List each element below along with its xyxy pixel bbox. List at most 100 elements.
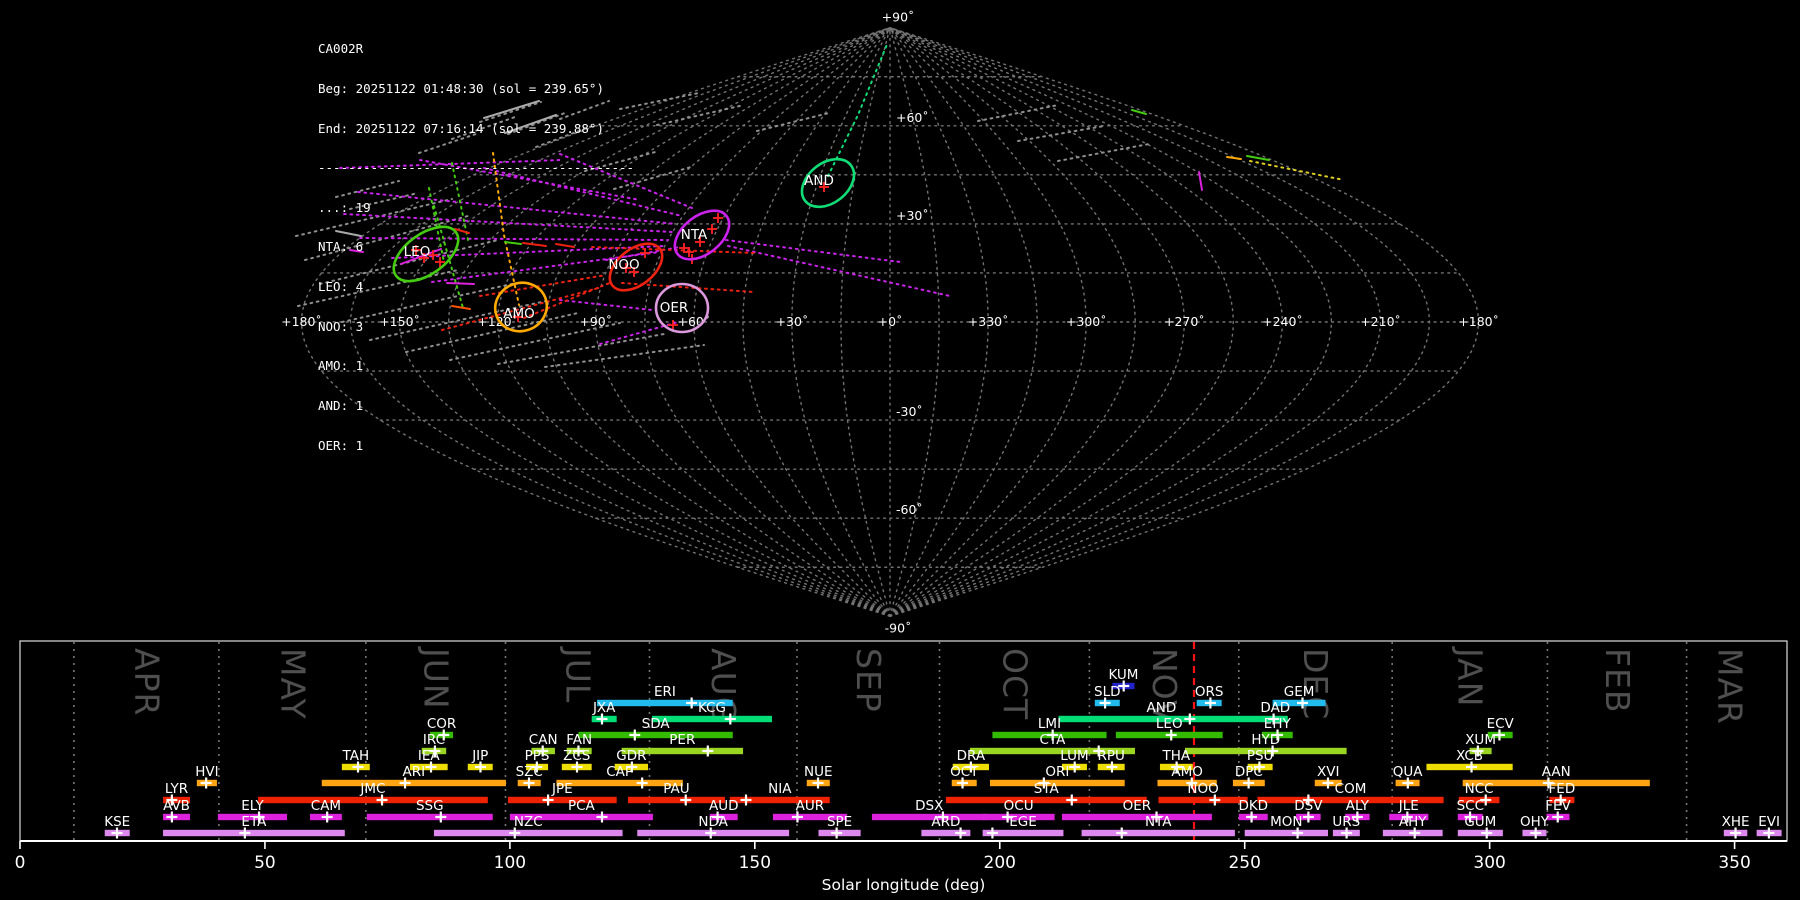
- pole-label-south: -90˚: [885, 620, 912, 635]
- x-tick-label: 200: [984, 853, 1016, 873]
- shower-label-FED: FED: [1549, 781, 1576, 797]
- shower-label-MON: MON: [1270, 814, 1302, 830]
- shower-label-FEV: FEV: [1545, 798, 1571, 814]
- shower-label-ARI: ARI: [403, 764, 426, 780]
- shower-bar-DSX: [871, 813, 987, 821]
- shower-label-IRC: IRC: [423, 732, 445, 748]
- station-id: CA002R: [318, 41, 364, 57]
- month-label: OCT: [995, 648, 1034, 720]
- latitude-label: -30˚: [896, 404, 923, 419]
- shower-label-IEA: IEA: [418, 748, 441, 764]
- radiant-label-NTA: NTA: [681, 227, 708, 243]
- shower-label-PPS: PPS: [525, 748, 550, 764]
- meteor-trail-dotted: [725, 239, 901, 263]
- shower-label-OCT: OCT: [950, 764, 979, 780]
- shower-label-SDA: SDA: [642, 716, 671, 732]
- meteor-trail-solid: [1226, 156, 1242, 160]
- shower-label-ZCS: ZCS: [563, 748, 590, 764]
- count-amo: AMO: 1: [318, 358, 364, 374]
- shower-label-TAH: TAH: [342, 748, 370, 764]
- meteor-trail-dotted: [1249, 160, 1345, 181]
- shower-label-JMC: JMC: [359, 781, 385, 797]
- longitude-label: +210˚: [1360, 314, 1401, 329]
- longitude-label: +270˚: [1164, 314, 1205, 329]
- month-label: FEB: [1598, 648, 1637, 713]
- shower-label-LEO: LEO: [1156, 716, 1183, 732]
- shower-label-ETA: ETA: [241, 814, 267, 830]
- shower-label-AUD: AUD: [709, 798, 739, 814]
- shower-label-HYD: HYD: [1251, 732, 1280, 748]
- shower-label-AHY: AHY: [1399, 814, 1427, 830]
- shower-label-PCA: PCA: [568, 798, 596, 814]
- shower-label-KUM: KUM: [1108, 667, 1138, 683]
- shower-label-EVI: EVI: [1758, 814, 1780, 830]
- shower-label-ORS: ORS: [1195, 684, 1224, 700]
- shower-label-OCU: OCU: [1004, 798, 1034, 814]
- shower-bar-ARI: [321, 779, 506, 787]
- shower-label-JLE: JLE: [1398, 798, 1419, 814]
- meteor-trail-dotted: [727, 245, 951, 297]
- radiant-group-AND: AND: [800, 157, 856, 209]
- shower-label-DKD: DKD: [1238, 798, 1268, 814]
- shower-label-NIA: NIA: [768, 781, 792, 797]
- activity-timeline: APR MAY JUN JUL AUG SEP OCT NOV DEC JAN FEB MARKUME…: [15, 640, 1788, 894]
- shower-label-RPU: RPU: [1098, 748, 1125, 764]
- shower-label-LYR: LYR: [165, 781, 188, 797]
- begin-time: Beg: 20251122 01:48:30 (sol = 239.65°): [318, 81, 604, 97]
- pole-label-north: +90˚: [882, 10, 915, 25]
- count-leo: LEO: 4: [318, 279, 364, 295]
- month-label: MAR: [1711, 648, 1750, 725]
- shower-label-NZC: NZC: [514, 814, 543, 830]
- shower-label-NUE: NUE: [804, 764, 833, 780]
- count-noo: NOO: 3: [318, 318, 364, 334]
- shower-label-SSG: SSG: [416, 798, 444, 814]
- shower-label-PAU: PAU: [663, 781, 689, 797]
- shower-label-PSU: PSU: [1247, 748, 1274, 764]
- month-label: JUN: [416, 646, 455, 710]
- count-sporadic: ...: 19: [318, 199, 371, 215]
- shower-label-ELY: ELY: [241, 798, 264, 814]
- shower-label-NTA: NTA: [1145, 814, 1172, 830]
- shower-bar-NOO: [1158, 796, 1248, 804]
- meteor-trail-dotted: [1017, 125, 1105, 142]
- shower-label-CTA: CTA: [1039, 732, 1066, 748]
- count-oer: OER: 1: [318, 437, 364, 453]
- meteor-trail-dotted: [827, 41, 889, 177]
- shower-label-ORI: ORI: [1045, 764, 1069, 780]
- count-and: AND: 1: [318, 397, 364, 413]
- shower-label-ALY: ALY: [1346, 798, 1370, 814]
- longitude-label: +330˚: [968, 314, 1009, 329]
- longitude-label: +30˚: [776, 314, 809, 329]
- shower-label-CAN: CAN: [529, 732, 558, 748]
- latitude-label: -60˚: [896, 502, 923, 517]
- shower-label-HVI: HVI: [195, 764, 218, 780]
- shower-label-NCC: NCC: [1465, 781, 1494, 797]
- shower-label-GUM: GUM: [1464, 814, 1496, 830]
- shower-bar-JPE: [507, 796, 617, 804]
- longitude-label: +0˚: [878, 314, 903, 329]
- shower-bar-SSG: [366, 813, 493, 821]
- x-axis-title: Solar longitude (deg): [822, 876, 986, 894]
- latitude-label: +30˚: [896, 208, 929, 223]
- shower-label-ECV: ECV: [1487, 716, 1515, 732]
- longitude-label: +180˚: [1458, 314, 1499, 329]
- shower-bar-OER: [1061, 813, 1212, 821]
- shower-label-AND: AND: [1147, 700, 1177, 716]
- latitude-label: +60˚: [896, 110, 929, 125]
- shower-label-SPE: SPE: [827, 814, 852, 830]
- shower-bar-SDA: [578, 731, 733, 739]
- meteor-station-report: +90˚ -90˚ +60˚ +30˚ -30˚ -60˚ +180˚ +150˚ +120˚ +…: [0, 0, 1800, 900]
- shower-label-DAD: DAD: [1260, 700, 1290, 716]
- shower-label-KCG: KCG: [698, 700, 726, 716]
- shower-bar-NTA: [1081, 829, 1235, 837]
- observation-header: CA002R Beg: 20251122 01:48:30 (sol = 239…: [318, 16, 634, 478]
- month-label: JUL: [558, 646, 597, 703]
- shower-label-XUM: XUM: [1465, 732, 1496, 748]
- shower-bar-MON: [1244, 829, 1328, 837]
- shower-label-KSE: KSE: [104, 814, 130, 830]
- shower-row-violet: KSE ETA NZC NDA SPE ARD EGE NTA MON URS AHY GUM OHY X…: [104, 814, 1782, 839]
- meteor-trail-dotted: [977, 104, 1059, 122]
- shower-label-STA: STA: [1034, 781, 1060, 797]
- shower-bar-NZC: [433, 829, 623, 837]
- shower-label-JXA: JXA: [592, 700, 616, 716]
